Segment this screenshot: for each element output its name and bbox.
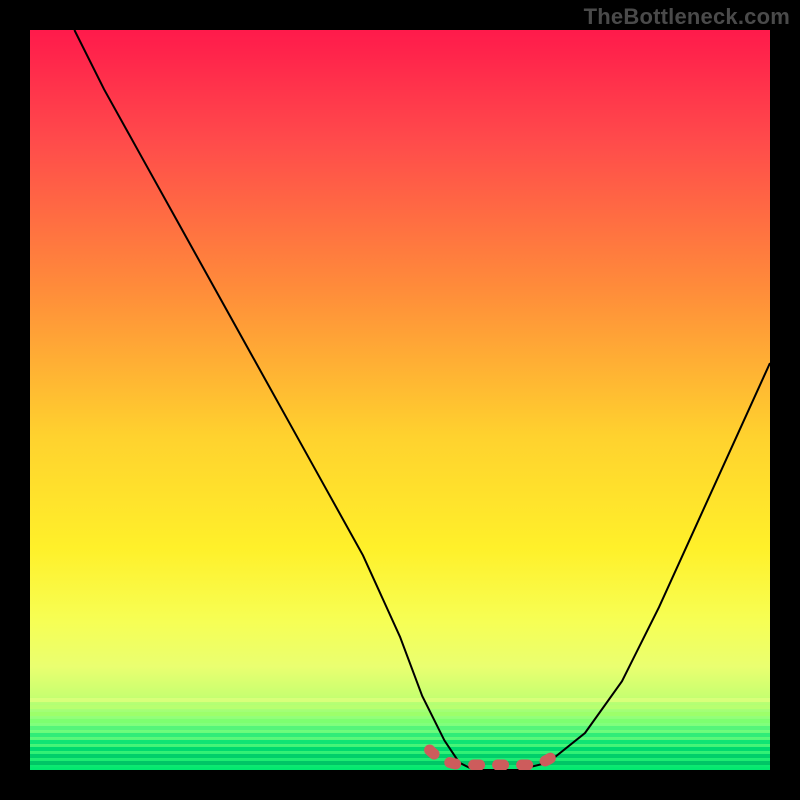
bottleneck-chart [30, 30, 770, 770]
watermark-text: TheBottleneck.com [584, 4, 790, 30]
plot-area [30, 30, 770, 770]
chart-frame: TheBottleneck.com [0, 0, 800, 800]
gradient-background [30, 30, 770, 770]
